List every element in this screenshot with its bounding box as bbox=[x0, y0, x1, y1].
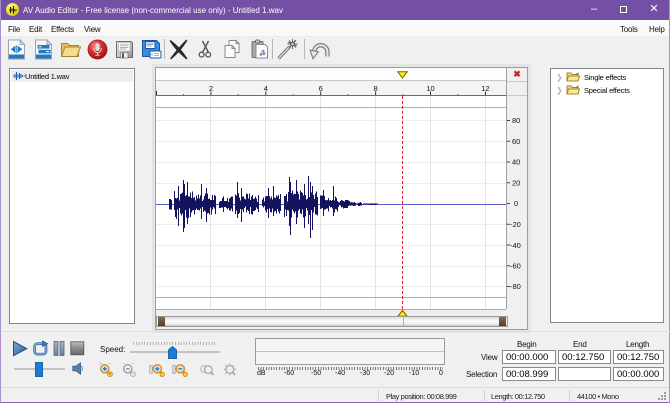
svg-text:40: 40 bbox=[512, 158, 520, 167]
svg-text:20: 20 bbox=[512, 179, 520, 188]
svg-text:60: 60 bbox=[512, 137, 520, 146]
svg-text:0: 0 bbox=[514, 199, 518, 208]
svg-text:-40: -40 bbox=[510, 241, 521, 250]
svg-text:80: 80 bbox=[512, 116, 520, 125]
svg-text:-60: -60 bbox=[510, 262, 521, 271]
svg-text:-80: -80 bbox=[510, 282, 521, 291]
svg-text:-20: -20 bbox=[510, 220, 521, 229]
